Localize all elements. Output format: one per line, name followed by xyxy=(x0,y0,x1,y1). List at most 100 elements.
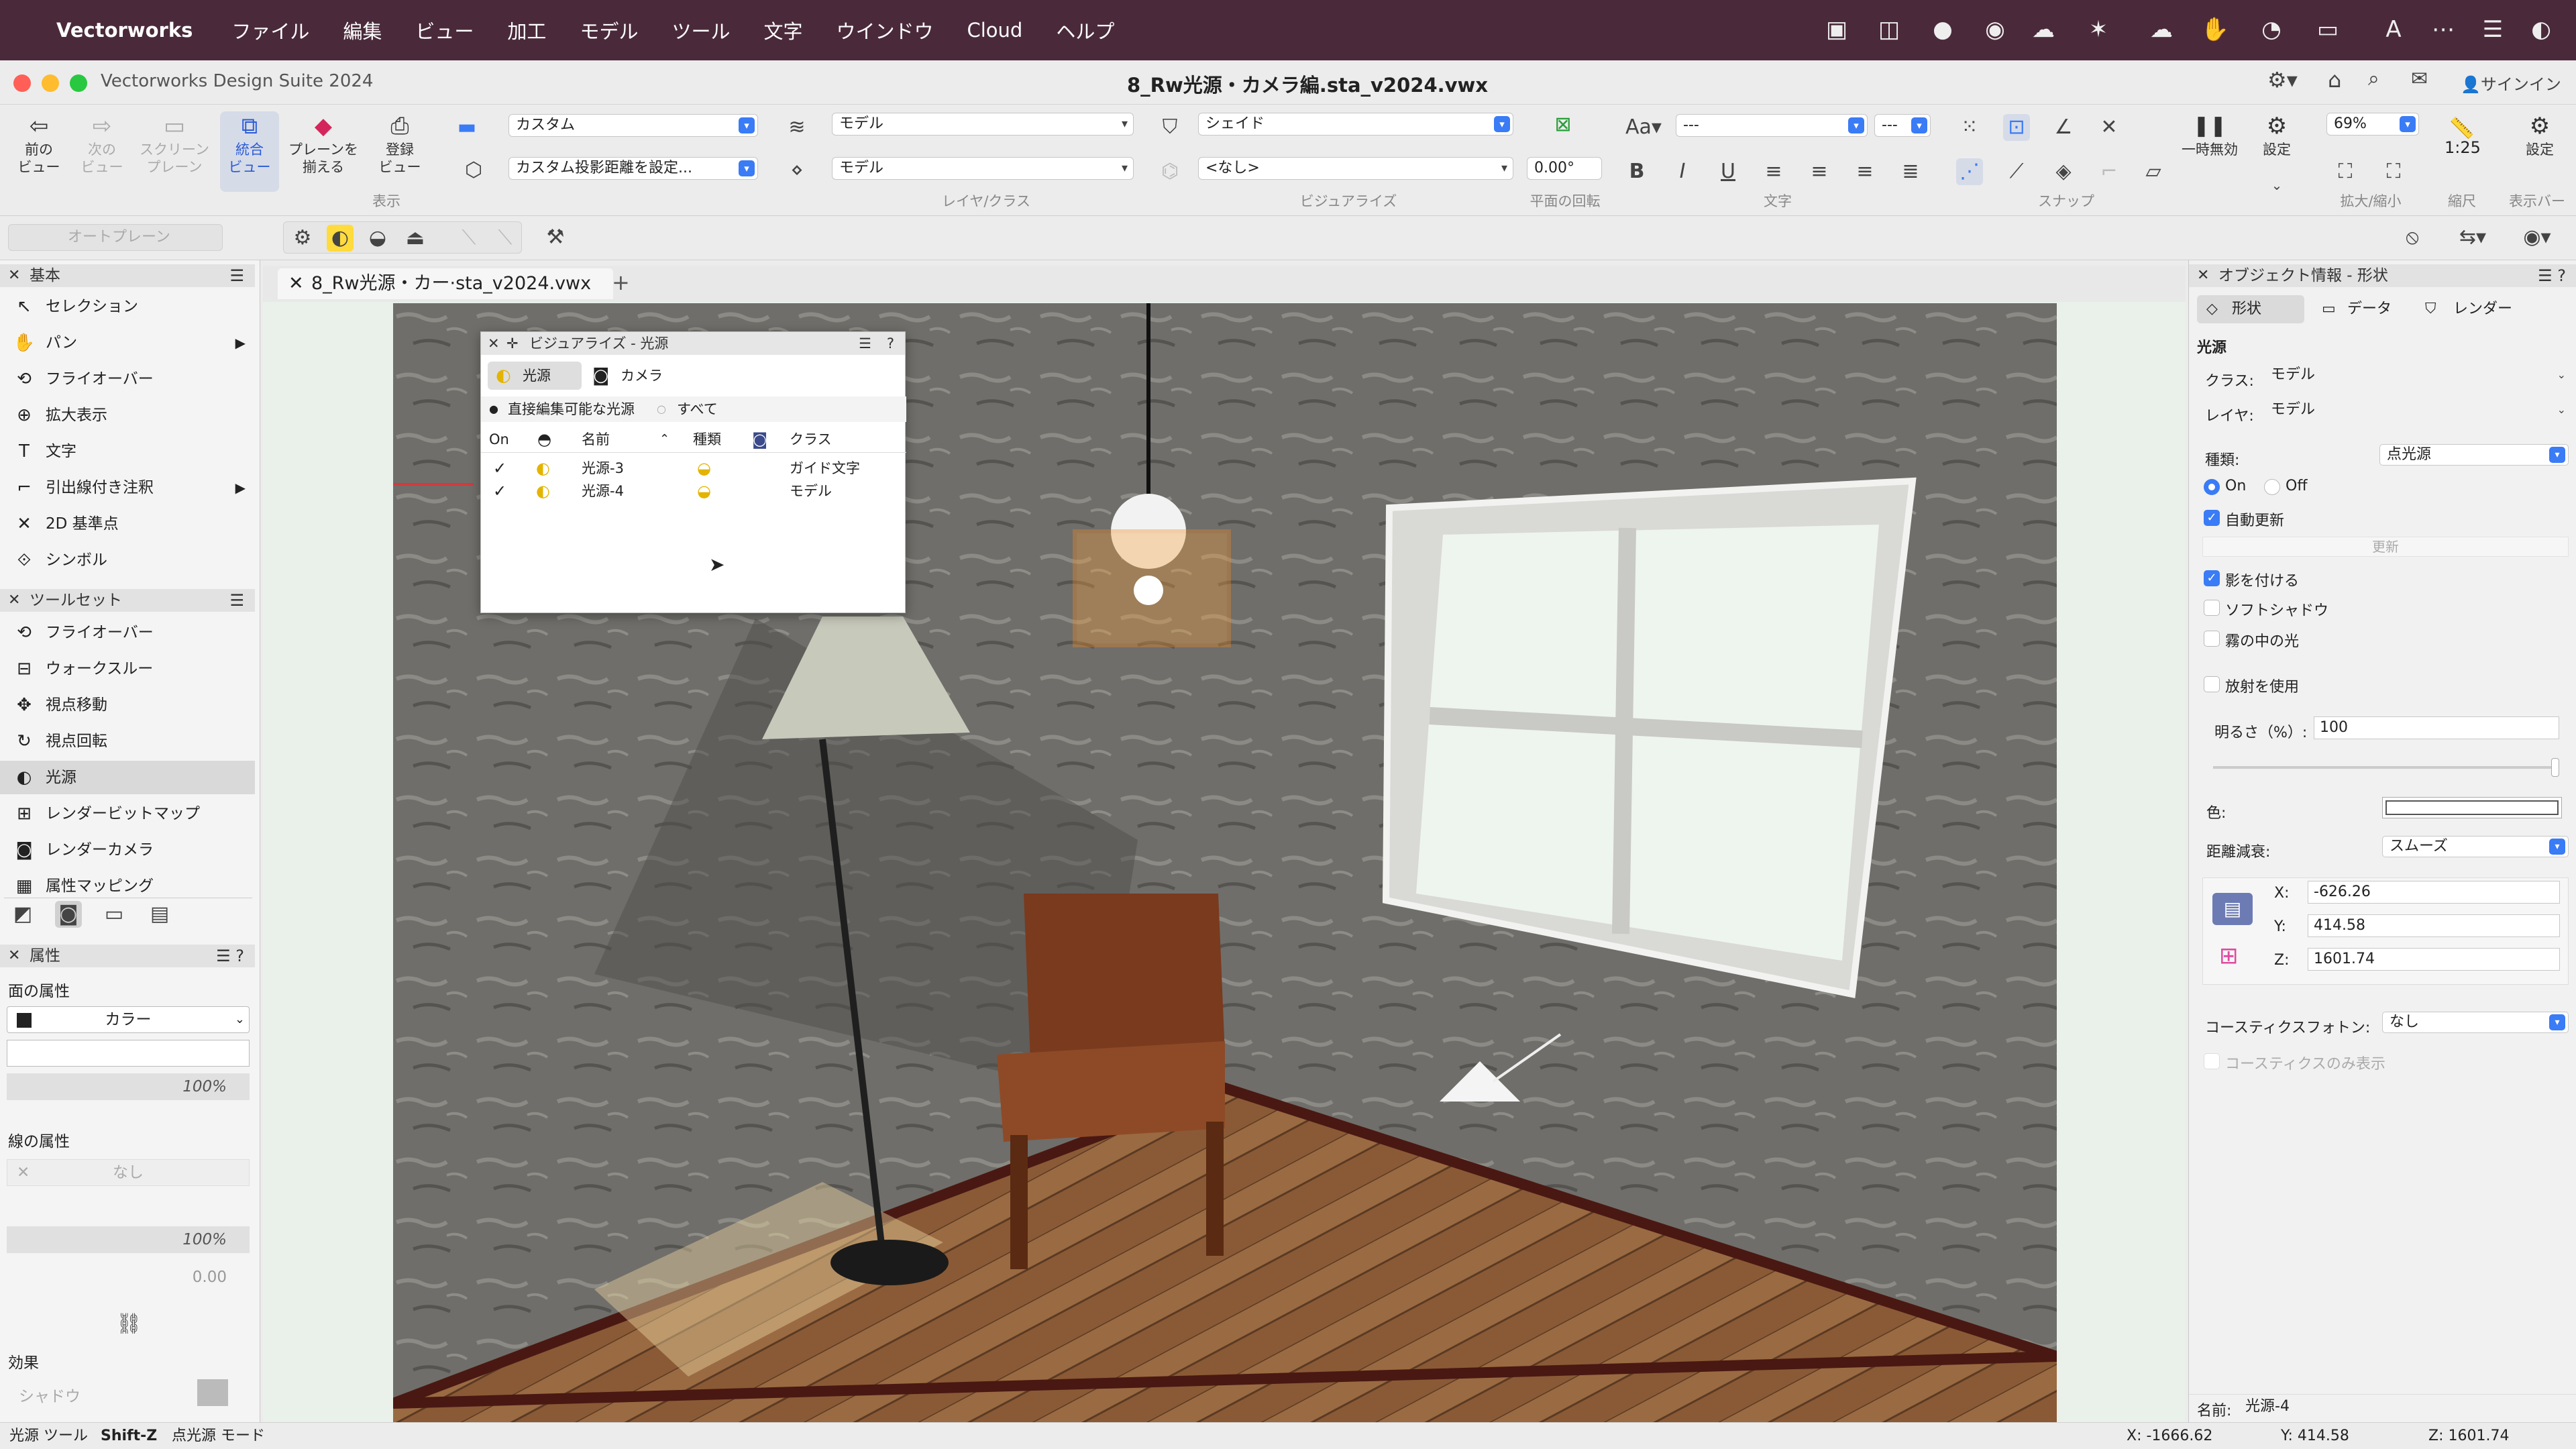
cloud-icon[interactable]: ☁ xyxy=(2147,15,2176,44)
spot-light-icon[interactable]: ⏏ xyxy=(402,225,429,252)
toolset-tool-4[interactable]: ◐ 光源 xyxy=(0,761,255,794)
tab-dims-icon[interactable]: ▭ xyxy=(101,901,127,928)
search-icon[interactable]: ⌕ xyxy=(2368,67,2379,91)
auto-plane-button[interactable]: オートプレーン xyxy=(8,224,223,251)
document-tab[interactable]: ✕ 8_Rw光源・カー·sta_v2024.vwx xyxy=(278,268,613,299)
hand-status-icon[interactable]: ✋ xyxy=(2200,15,2230,44)
close-icon[interactable]: ✕ xyxy=(8,264,20,287)
screen-record-icon[interactable]: ▣ xyxy=(1822,15,1851,44)
gear-icon[interactable]: ⚙▾ xyxy=(2267,67,2298,93)
brightness-slider-thumb[interactable] xyxy=(2551,758,2559,777)
tab-lights[interactable]: ◐ 光源 xyxy=(488,362,582,390)
class-dropdown[interactable]: モデル ⌄ xyxy=(2264,365,2571,386)
grid-position-icon[interactable]: ⊞ xyxy=(2219,943,2239,969)
hide-lights-icon[interactable]: ⦸ xyxy=(2399,224,2426,251)
justify-icon[interactable]: ≣ xyxy=(1897,158,1924,185)
help-icon[interactable]: ? xyxy=(887,332,894,355)
update-button[interactable]: 更新 xyxy=(2202,537,2569,557)
close-icon[interactable]: ✕ xyxy=(2197,264,2209,287)
active-class-dropdown[interactable]: モデル ▾ xyxy=(832,157,1134,180)
app-status-icon[interactable]: ◫ xyxy=(1874,15,1904,44)
chevron-down-icon[interactable]: ⌄ xyxy=(2263,172,2290,199)
line-light-icon[interactable]: ⟍ xyxy=(455,225,482,252)
fill-pattern-field[interactable] xyxy=(7,1040,250,1067)
menu-icon[interactable]: ☰ xyxy=(859,332,871,355)
screen-plane-button[interactable]: ▭ スクリーン プレーン xyxy=(140,111,209,192)
col-type[interactable]: 種類 xyxy=(693,426,721,453)
cloud-sync-icon[interactable]: ☁ xyxy=(2029,15,2058,44)
basic-tool-4[interactable]: T 文字 xyxy=(0,435,255,468)
input-source-icon[interactable]: A xyxy=(2379,15,2408,44)
bluetooth-icon[interactable]: ⋯ xyxy=(2428,15,2458,44)
fill-type-dropdown[interactable]: カラー ⌄ xyxy=(7,1006,250,1033)
use-emitter-checkbox[interactable] xyxy=(2204,676,2220,692)
layer-dropdown[interactable]: モデル ⌄ xyxy=(2264,400,2571,421)
snap-tangent-icon[interactable]: ⟋ xyxy=(2003,158,2030,185)
tab-cameras[interactable]: ◙ カメラ xyxy=(583,362,677,390)
toolset-tool-5[interactable]: ⊞ レンダービットマップ xyxy=(0,797,255,830)
col-class[interactable]: クラス xyxy=(790,426,832,453)
menu-view[interactable]: ビュー xyxy=(415,16,474,44)
wifi-icon[interactable]: ◔ xyxy=(2257,15,2286,44)
check-icon[interactable]: ✓ xyxy=(493,457,506,480)
brightness-field[interactable]: 100 xyxy=(2314,716,2559,739)
signin-button[interactable]: 👤サインイン xyxy=(2461,71,2561,95)
y-field[interactable]: 414.58 xyxy=(2308,914,2560,937)
link-icon[interactable]: ⛓ xyxy=(115,1311,142,1338)
align-center-icon[interactable]: ≡ xyxy=(1806,158,1833,185)
flip-icon[interactable]: ⇆▾ xyxy=(2453,224,2493,251)
snap-intersection-icon[interactable]: ✕ xyxy=(2096,114,2123,141)
menu-edit[interactable]: 編集 xyxy=(343,16,382,44)
falloff-dropdown[interactable]: スムーズ ▾ xyxy=(2382,836,2569,857)
snap-angle-icon[interactable]: ∠ xyxy=(2050,114,2077,141)
render-mode-dropdown[interactable]: シェイド ▾ xyxy=(1198,113,1513,136)
cast-shadow-checkbox[interactable]: ✓ xyxy=(2204,570,2220,586)
toolset-tool-2[interactable]: ✥ 視点移動 xyxy=(0,688,255,722)
basic-tool-0[interactable]: ↖ セレクション xyxy=(0,290,255,323)
directional-light-icon[interactable]: ◒ xyxy=(364,225,391,252)
font-dropdown[interactable]: --- ▾ xyxy=(1676,114,1868,137)
align-right-icon[interactable]: ≡ xyxy=(1851,158,1878,185)
basic-tool-5[interactable]: ⌐ 引出線付き注釈 ▶ xyxy=(0,471,255,504)
check-icon[interactable]: ✓ xyxy=(493,480,506,502)
basic-tool-7[interactable]: ⟐ シンボル xyxy=(0,543,255,577)
radio-off[interactable] xyxy=(2264,479,2280,495)
size-dropdown[interactable]: --- ▾ xyxy=(1874,114,1931,137)
snap-distance-icon[interactable]: ⋰ xyxy=(1956,158,1983,185)
line-type-dropdown[interactable]: ✕ なし xyxy=(7,1159,250,1186)
scale-value[interactable]: 1:25 xyxy=(2445,138,2481,157)
pause-snap-button[interactable]: ❚❚ 一時無効 xyxy=(2176,111,2243,192)
col-name[interactable]: 名前 xyxy=(582,426,610,453)
display-bar-settings-button[interactable]: ⚙ 設定 xyxy=(2509,111,2571,192)
menu-modify[interactable]: 加工 xyxy=(507,16,546,44)
light-row[interactable]: ✓ ◐ 光源-3 ◒ ガイド文字 xyxy=(481,457,906,480)
plane-mode-icon[interactable]: ▤ xyxy=(2212,893,2253,925)
toolset-tool-3[interactable]: ↻ 視点回転 xyxy=(0,724,255,758)
snap-object-icon[interactable]: ⊡ xyxy=(2003,114,2030,141)
radio-editable[interactable]: ● xyxy=(489,396,498,422)
color-swatch[interactable] xyxy=(2382,797,2562,818)
fog-light-checkbox[interactable] xyxy=(2204,631,2220,647)
tools-icon[interactable]: ⚒ xyxy=(542,224,569,251)
name-field[interactable]: 光源-4 xyxy=(2240,1396,2569,1419)
caustic-dropdown[interactable]: なし ▾ xyxy=(2382,1012,2569,1033)
caustic-only-checkbox[interactable] xyxy=(2204,1053,2220,1069)
custom-projection-dropdown[interactable]: カスタム投影距離を設定... ▾ xyxy=(508,157,758,180)
menu-icon[interactable]: ☰ ? xyxy=(216,945,244,967)
light-object-marker[interactable] xyxy=(1134,576,1163,605)
close-icon[interactable]: ✕ xyxy=(8,945,20,967)
next-view-button[interactable]: ⇨ 次の ビュー xyxy=(72,111,131,192)
tab-shape[interactable]: ◇ 形状 xyxy=(2197,295,2304,323)
menu-window[interactable]: ウインドウ xyxy=(836,16,933,44)
tab-visualization-icon[interactable]: ◩ xyxy=(9,901,36,928)
custom-projection-icon[interactable]: ⬡ xyxy=(460,157,487,184)
tab-data[interactable]: ▭ データ xyxy=(2312,295,2406,323)
auto-update-checkbox[interactable]: ✓ xyxy=(2204,510,2220,526)
snap-working-plane-icon[interactable]: ▱ xyxy=(2140,158,2167,185)
menu-help[interactable]: ヘルプ xyxy=(1056,16,1114,44)
render-mode-icon[interactable]: ⛉ xyxy=(1157,114,1183,141)
fit-to-objects-icon[interactable]: ⛶ xyxy=(2380,158,2407,185)
fill-opacity-field[interactable]: 100% xyxy=(7,1073,250,1100)
menu-app[interactable]: Vectorworks xyxy=(56,19,193,42)
unified-view-button[interactable]: ⧉ 統合 ビュー xyxy=(220,111,279,192)
